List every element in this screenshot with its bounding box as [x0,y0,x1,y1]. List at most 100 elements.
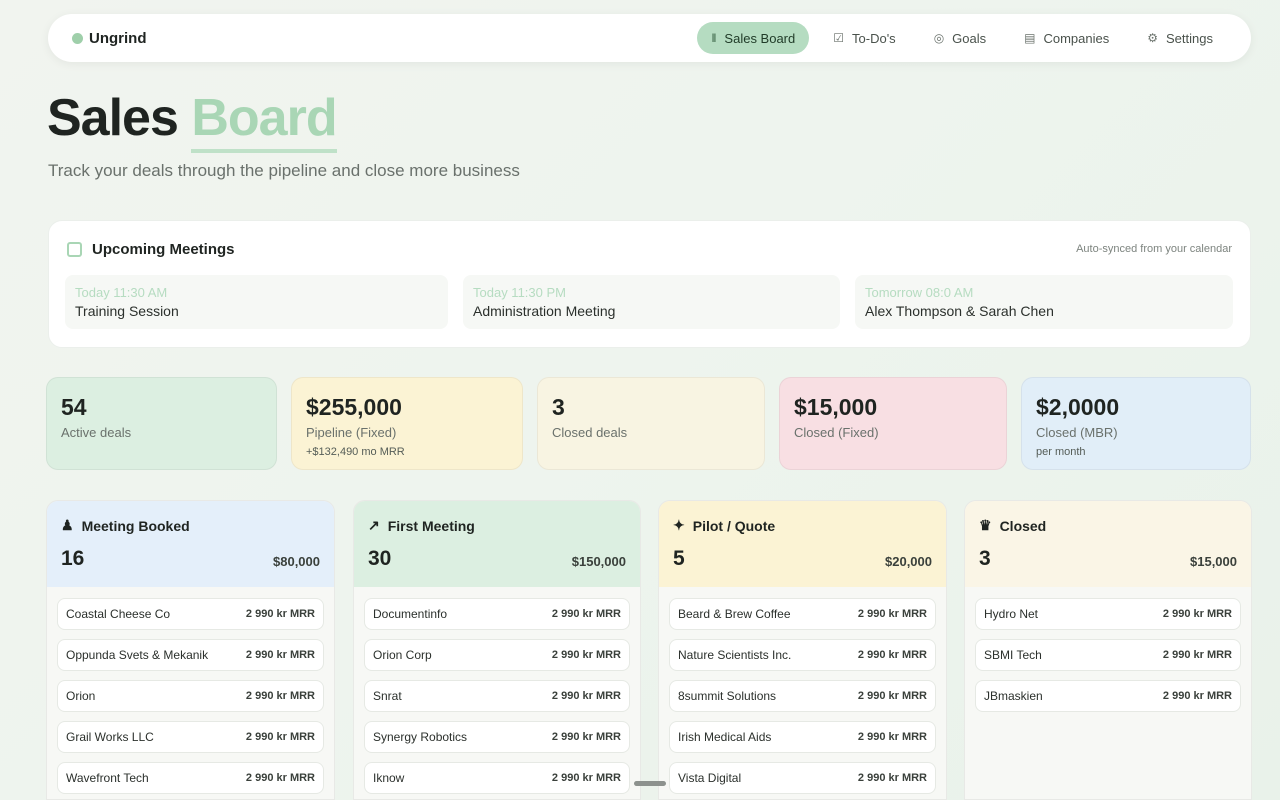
stat-active-deals: 54 Active deals [46,377,277,470]
deal-mrr: 2 990 kr MRR [1162,649,1232,661]
deal-card[interactable]: Synergy Robotics 2 990 kr MRR [364,721,630,753]
nav-companies[interactable]: ▤ Companies [1010,22,1123,54]
deal-card[interactable]: Coastal Cheese Co 2 990 kr MRR [57,598,324,630]
deal-name: Orion Corp [373,648,432,662]
column-title-label: Pilot / Quote [692,517,776,534]
deal-name: Nature Scientists Inc. [678,648,792,662]
deal-name: SBMI Tech [984,648,1042,662]
nav-label: Goals [952,30,987,46]
column-count: 3 [979,547,991,570]
column-header: ♟ Meeting Booked 16 $80,000 [47,501,334,587]
deal-mrr: 2 990 kr MRR [857,772,927,784]
deal-card[interactable]: Beard & Brew Coffee 2 990 kr MRR [669,598,936,630]
deal-mrr: 2 990 kr MRR [245,649,315,661]
column-title: ♟ Meeting Booked [61,517,320,534]
column-header: ↗ First Meeting 30 $150,000 [354,501,640,587]
nav-goals[interactable]: ◎ Goals [920,22,1000,54]
gear-icon: ⚙ [1147,31,1159,45]
deal-name: Snrat [373,689,402,703]
main-nav: ‖ Sales Board ☑ To-Do's ◎ Goals ▤ Compan… [697,22,1227,54]
deal-name: Wavefront Tech [66,771,149,785]
deal-card[interactable]: Wavefront Tech 2 990 kr MRR [57,762,324,794]
nav-todos[interactable]: ☑ To-Do's [819,22,909,54]
deal-card[interactable]: JBmaskien 2 990 kr MRR [975,680,1241,712]
deal-mrr: 2 990 kr MRR [857,731,927,743]
deal-card[interactable]: Nature Scientists Inc. 2 990 kr MRR [669,639,936,671]
column-count: 5 [673,547,685,570]
stat-closed-fixed: $15,000 Closed (Fixed) [779,377,1007,470]
deal-mrr: 2 990 kr MRR [551,608,621,620]
stat-sub: per month [1036,446,1086,458]
stat-closed-mrr: $2,0000 Closed (MBR) per month [1021,377,1251,470]
meetings-title: Upcoming Meetings [92,241,235,258]
deal-name: Beard & Brew Coffee [678,607,791,621]
app-name: Ungrind [89,29,147,47]
bars-icon: ‖ [711,31,717,45]
deal-mrr: 2 990 kr MRR [551,649,621,661]
deal-mrr: 2 990 kr MRR [1162,608,1232,620]
nav-settings[interactable]: ⚙ Settings [1133,22,1227,54]
building-icon: ▤ [1024,31,1036,45]
deal-mrr: 2 990 kr MRR [245,608,315,620]
deal-card[interactable]: Oppunda Svets & Mekanik 2 990 kr MRR [57,639,324,671]
stat-label: Active deals [61,425,132,440]
deal-name: Synergy Robotics [373,730,468,744]
deal-card[interactable]: 8summit Solutions 2 990 kr MRR [669,680,936,712]
column-first-meeting: ↗ First Meeting 30 $150,000 Documentinfo… [353,500,641,800]
nav-sales-board[interactable]: ‖ Sales Board [697,22,810,54]
deal-mrr: 2 990 kr MRR [245,772,315,784]
calendar-icon [67,242,82,257]
column-count: 30 [368,547,392,570]
meeting-title: Alex Thompson & Sarah Chen [865,303,1054,319]
deal-card[interactable]: Grail Works LLC 2 990 kr MRR [57,721,324,753]
deal-card[interactable]: Irish Medical Aids 2 990 kr MRR [669,721,936,753]
column-total: $20,000 [885,554,932,569]
column-title-label: Closed [999,517,1047,534]
deal-name: Grail Works LLC [66,730,154,744]
users-icon: ♟ [61,517,74,533]
column-closed: ♛ Closed 3 $15,000 Hydro Net 2 990 kr MRR… [964,500,1252,800]
deal-card[interactable]: Iknow 2 990 kr MRR [364,762,630,794]
column-title: ↗ First Meeting [368,517,626,534]
meeting-card[interactable]: Tomorrow 08:0 AM Alex Thompson & Sarah C… [855,275,1233,329]
meeting-card[interactable]: Today 11:30 AM Training Session [65,275,448,329]
deal-mrr: 2 990 kr MRR [1162,690,1232,702]
deal-card[interactable]: Orion 2 990 kr MRR [57,680,324,712]
trophy-icon: ♛ [979,517,992,533]
deal-card[interactable]: Hydro Net 2 990 kr MRR [975,598,1241,630]
deal-card[interactable]: SBMI Tech 2 990 kr MRR [975,639,1241,671]
deal-name: Irish Medical Aids [678,730,772,744]
deal-name: Iknow [373,771,405,785]
deal-card[interactable]: Orion Corp 2 990 kr MRR [364,639,630,671]
deal-card[interactable]: Snrat 2 990 kr MRR [364,680,630,712]
deal-card[interactable]: Documentinfo 2 990 kr MRR [364,598,630,630]
deal-mrr: 2 990 kr MRR [857,649,927,661]
top-nav-bar: Ungrind ‖ Sales Board ☑ To-Do's ◎ Goals … [48,14,1251,62]
column-pilot-quote: ✦ Pilot / Quote 5 $20,000 Beard & Brew C… [658,500,947,800]
deal-mrr: 2 990 kr MRR [551,772,621,784]
deal-mrr: 2 990 kr MRR [857,690,927,702]
page-subtitle: Track your deals through the pipeline an… [48,161,520,180]
app-logo[interactable]: Ungrind [72,30,147,47]
stat-closed-deals: 3 Closed deals [537,377,765,470]
stat-label: Pipeline (Fixed) [306,425,397,440]
meeting-title: Training Session [75,303,179,319]
page-title-accent: Board [191,89,338,153]
deal-name: Orion [66,689,96,703]
stat-value: 3 [552,394,565,420]
scroll-handle[interactable] [634,781,666,786]
meeting-card[interactable]: Today 11:30 PM Administration Meeting [463,275,840,329]
meeting-title: Administration Meeting [473,303,616,319]
deal-mrr: 2 990 kr MRR [551,731,621,743]
deal-mrr: 2 990 kr MRR [245,731,315,743]
deal-list: Hydro Net 2 990 kr MRR SBMI Tech 2 990 kr … [965,587,1251,712]
deal-name: 8summit Solutions [678,689,777,703]
deal-card[interactable]: Vista Digital 2 990 kr MRR [669,762,936,794]
trending-up-icon: ↗ [368,517,380,533]
column-title: ♛ Closed [979,517,1237,534]
deal-name: Vista Digital [678,771,742,785]
meetings-sync-note: Auto-synced from your calendar [1076,243,1232,255]
column-count: 16 [61,547,85,570]
deal-mrr: 2 990 kr MRR [245,690,315,702]
column-title-label: Meeting Booked [81,517,190,534]
